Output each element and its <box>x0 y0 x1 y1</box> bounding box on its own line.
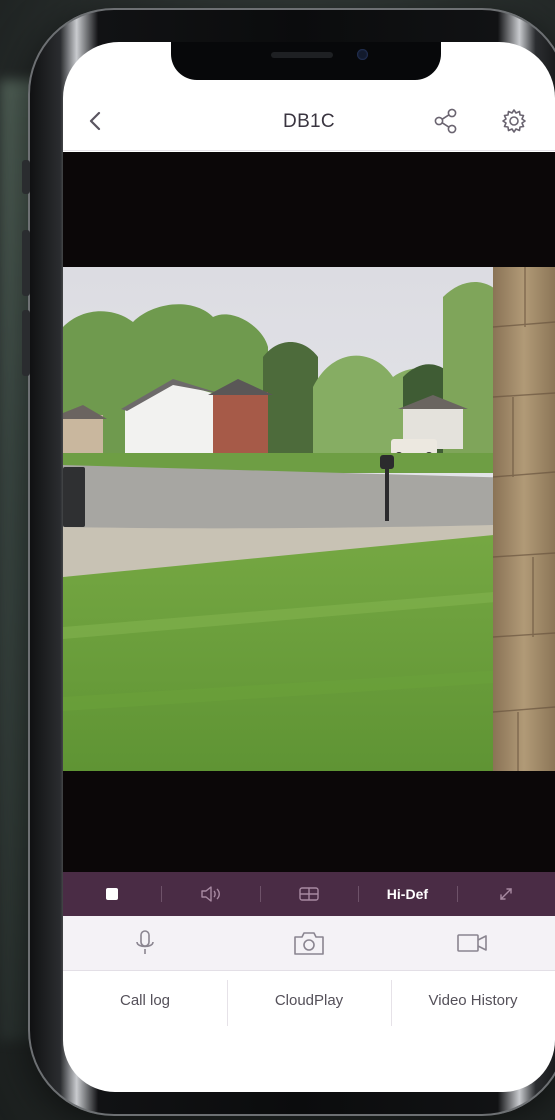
speaker-button[interactable] <box>161 872 259 916</box>
earpiece-speaker <box>271 52 333 58</box>
talk-button[interactable] <box>63 916 227 970</box>
share-icon <box>434 108 457 134</box>
page-title: DB1C <box>283 111 335 132</box>
hidef-toggle[interactable]: Hi-Def <box>358 872 456 916</box>
video-area <box>63 152 555 872</box>
split-view-icon <box>299 887 319 901</box>
stop-button[interactable] <box>63 872 161 916</box>
back-button[interactable] <box>79 104 113 138</box>
tab-cloudplay[interactable]: CloudPlay <box>227 979 391 1026</box>
fullscreen-icon <box>500 888 512 900</box>
action-row <box>63 916 555 971</box>
tab-call-log[interactable]: Call log <box>63 992 227 1009</box>
video-camera-icon <box>457 934 487 952</box>
speaker-icon <box>200 886 220 902</box>
video-control-bar: Hi-Def <box>63 872 555 916</box>
mute-switch <box>22 160 30 194</box>
front-camera <box>357 49 368 60</box>
volume-down-button <box>22 310 30 376</box>
live-video-feed[interactable] <box>63 267 555 771</box>
live-camera-feed <box>63 267 555 771</box>
stop-square-icon <box>106 888 119 900</box>
microphone-icon <box>136 930 154 954</box>
hidef-label: Hi-Def <box>386 886 429 902</box>
settings-button[interactable] <box>497 104 531 138</box>
volume-up-button <box>22 230 30 296</box>
record-button[interactable] <box>391 916 555 970</box>
tab-video-history[interactable]: Video History <box>391 979 555 1026</box>
notch <box>171 42 441 80</box>
split-view-button[interactable] <box>259 872 358 916</box>
camera-icon <box>294 932 324 955</box>
app-header: DB1C <box>63 94 555 151</box>
share-button[interactable] <box>429 104 463 138</box>
phone-screen: DB1C Hi-Def Call log CloudPlay Video His… <box>63 42 555 1092</box>
fullscreen-button[interactable] <box>456 872 555 916</box>
gear-icon <box>502 109 526 133</box>
tab-row: Call log CloudPlay Video History <box>63 972 555 1028</box>
snapshot-button[interactable] <box>227 916 391 970</box>
chevron-left-icon <box>89 111 101 131</box>
